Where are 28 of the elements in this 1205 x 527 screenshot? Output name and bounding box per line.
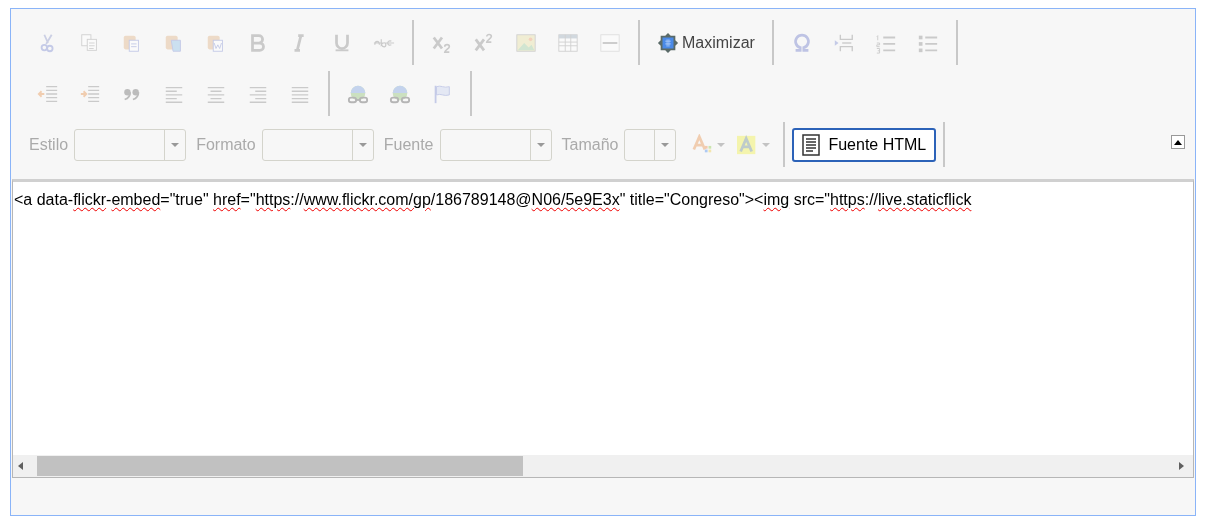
combo-label: Tamaño: [561, 134, 619, 155]
combo-label: Fuente: [383, 134, 434, 155]
caret-icon: [171, 142, 180, 147]
combo-label: Formato: [196, 134, 256, 155]
dropdown-field[interactable]: [624, 128, 677, 161]
scroll-right-icon[interactable]: [1177, 461, 1185, 471]
maximize-icon: [657, 31, 679, 54]
table-icon: [557, 31, 579, 54]
scrollbar-thumb[interactable]: [37, 456, 523, 476]
caret-icon: [358, 142, 367, 147]
scroll-left-icon[interactable]: [17, 461, 25, 471]
caret-icon: [762, 142, 771, 147]
collapse-toolbar-button[interactable]: [1171, 135, 1185, 149]
caret-icon: [661, 142, 670, 147]
horizontal-scrollbar[interactable]: [13, 455, 1193, 477]
combo-label: Estilo: [29, 134, 69, 155]
document-icon: [802, 133, 821, 156]
image-icon: [515, 31, 537, 54]
collapse-arrow-icon: [1174, 139, 1182, 145]
caret-icon: [536, 142, 545, 147]
dropdown-field[interactable]: [439, 128, 552, 161]
dropdown-field[interactable]: [74, 128, 187, 161]
toolbar-button[interactable]: Maximizar: [647, 24, 765, 61]
caret-icon: [717, 142, 726, 147]
source-button[interactable]: Fuente HTML: [792, 127, 937, 162]
superscript-icon: [473, 31, 495, 54]
html-source-text: <a data-flickr-embed="true" href="https://www.flickr.com/gp/186789148@N06/5e9E3x" title="Congreso"><img src="https://live.staticflick: [13, 190, 972, 210]
dropdown-field[interactable]: [261, 128, 374, 161]
